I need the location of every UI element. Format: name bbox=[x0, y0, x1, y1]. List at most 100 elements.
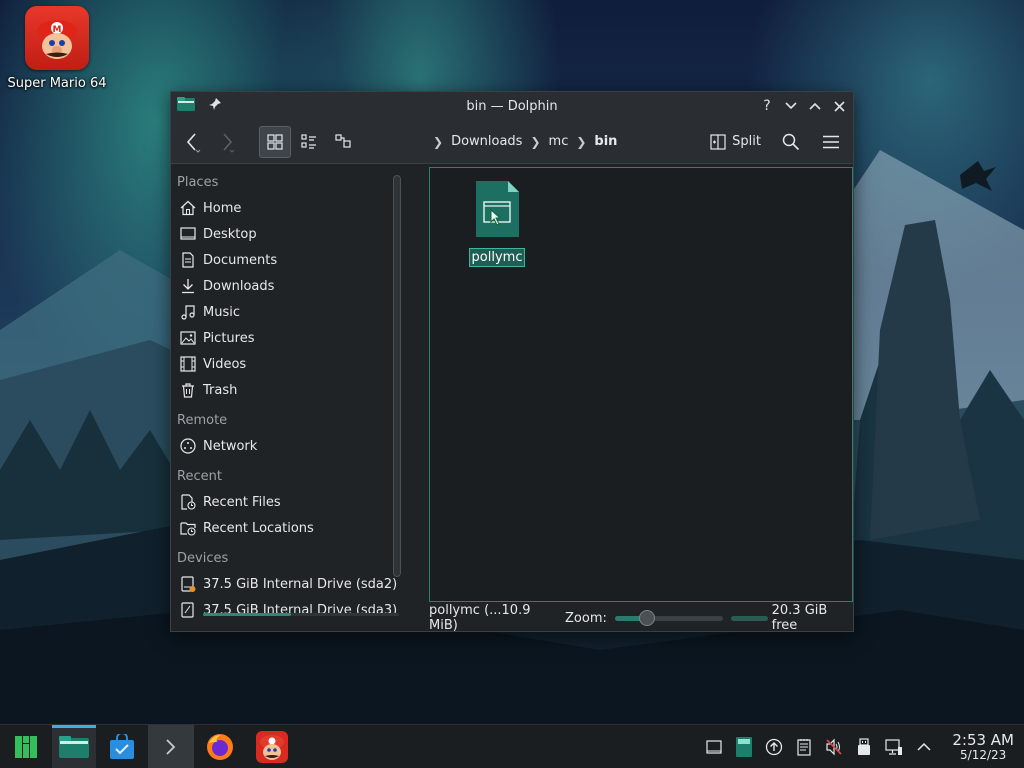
sidebar-item-label: Pictures bbox=[203, 330, 255, 346]
window-body: Places Home Desktop Documents Downloads bbox=[171, 165, 853, 633]
usb-icon[interactable] bbox=[852, 735, 876, 759]
section-recent: Recent bbox=[177, 468, 222, 484]
sidebar-item-music[interactable]: Music bbox=[171, 299, 403, 325]
expand-tray-icon[interactable] bbox=[912, 735, 936, 759]
sidebar-item-label: Music bbox=[203, 304, 240, 320]
drive-icon bbox=[179, 575, 197, 593]
taskbar-firefox[interactable] bbox=[194, 725, 246, 768]
taskbar-konsole[interactable] bbox=[148, 724, 194, 768]
application-launcher-button[interactable] bbox=[0, 725, 52, 768]
search-button[interactable] bbox=[775, 126, 807, 158]
breadcrumb-separator-icon: ❯ bbox=[530, 134, 541, 149]
system-tray: 2:53 AM 5/12/23 bbox=[702, 732, 1024, 762]
sidebar-item-pictures[interactable]: Pictures bbox=[171, 325, 403, 351]
details-view-icon bbox=[335, 133, 351, 148]
back-arrow-icon bbox=[186, 132, 201, 153]
sidebar-item-network[interactable]: Network bbox=[171, 433, 403, 459]
sidebar-item-label: Recent Files bbox=[203, 494, 281, 510]
updates-icon[interactable] bbox=[762, 735, 786, 759]
firefox-icon bbox=[207, 733, 233, 760]
network-icon bbox=[179, 437, 197, 455]
trash-icon bbox=[179, 381, 197, 399]
sidebar-item-recent-locations[interactable]: Recent Locations bbox=[171, 515, 403, 541]
taskbar-super-mario-64[interactable] bbox=[246, 725, 298, 768]
sidebar-item-downloads[interactable]: Downloads bbox=[171, 273, 403, 299]
icons-view-button[interactable] bbox=[259, 125, 291, 158]
downloads-icon bbox=[179, 277, 197, 295]
sidebar-item-desktop[interactable]: Desktop bbox=[171, 221, 403, 247]
network-wired-icon[interactable] bbox=[882, 735, 906, 759]
file-item[interactable]: pollymc bbox=[468, 180, 526, 267]
details-view-button[interactable] bbox=[327, 126, 359, 158]
taskbar-discover[interactable] bbox=[96, 725, 148, 768]
sidebar-item-documents[interactable]: Documents bbox=[171, 247, 403, 273]
mario-icon: M bbox=[25, 6, 89, 70]
sidebar-scrollbar[interactable] bbox=[393, 175, 401, 577]
drive-usage-bar bbox=[203, 613, 399, 616]
back-button[interactable] bbox=[177, 126, 209, 158]
section-remote: Remote bbox=[177, 412, 228, 428]
drive-icon bbox=[179, 601, 197, 619]
notes-icon[interactable] bbox=[792, 735, 816, 759]
sidebar-item-label: Home bbox=[203, 200, 242, 216]
pin-icon[interactable] bbox=[209, 98, 221, 114]
desktop-shortcut-super-mario-64[interactable]: M Super Mario 64 bbox=[7, 6, 107, 91]
breadcrumb-bin[interactable]: bin bbox=[594, 134, 617, 149]
hamburger-menu-button[interactable] bbox=[815, 126, 847, 158]
breadcrumb-mc[interactable]: mc bbox=[549, 134, 569, 149]
clock[interactable]: 2:53 AM 5/12/23 bbox=[952, 732, 1014, 762]
mario-icon bbox=[256, 730, 288, 763]
compact-view-button[interactable] bbox=[293, 126, 325, 158]
hamburger-menu-icon bbox=[823, 135, 839, 148]
sidebar-item-label: 37.5 GiB Internal Drive (sda2) bbox=[203, 576, 398, 592]
sidebar-item-home[interactable]: Home bbox=[171, 195, 403, 221]
split-view-icon bbox=[710, 133, 726, 150]
store-icon bbox=[110, 733, 134, 759]
file-name-label: pollymc bbox=[468, 248, 526, 267]
main-toolbar: ❯ Downloads ❯ mc ❯ bin Split bbox=[171, 120, 853, 164]
documents-icon bbox=[179, 251, 197, 269]
sidebar-item-label: Videos bbox=[203, 356, 247, 372]
desktop-icon-label: Super Mario 64 bbox=[7, 76, 107, 91]
free-space-label: 20.3 GiB free bbox=[771, 603, 828, 633]
split-button[interactable]: Split bbox=[704, 127, 767, 157]
zoom-slider-handle[interactable] bbox=[639, 609, 656, 626]
sidebar-item-trash[interactable]: Trash bbox=[171, 377, 403, 403]
minimize-icon[interactable] bbox=[783, 98, 799, 114]
close-icon[interactable] bbox=[831, 98, 847, 114]
folder-icon bbox=[59, 735, 89, 758]
section-places: Places bbox=[177, 174, 219, 190]
forward-button[interactable] bbox=[211, 126, 243, 158]
selection-info: pollymc (...10.9 MiB) bbox=[429, 603, 531, 633]
split-label: Split bbox=[732, 134, 761, 149]
taskbar-dolphin[interactable] bbox=[52, 724, 96, 768]
sidebar-item-drive-sda3[interactable]: 37.5 GiB Internal Drive (sda3) bbox=[171, 597, 403, 623]
search-icon bbox=[782, 133, 800, 150]
places-panel: Places Home Desktop Documents Downloads bbox=[171, 165, 403, 631]
recent-files-icon bbox=[179, 493, 197, 511]
window-titlebar[interactable]: bin — Dolphin ? bbox=[171, 92, 853, 120]
dolphin-app-icon[interactable] bbox=[177, 97, 195, 115]
pictures-icon bbox=[179, 329, 197, 347]
maximize-icon[interactable] bbox=[807, 98, 823, 114]
clock-time: 2:53 AM bbox=[952, 730, 1014, 749]
breadcrumb: ❯ Downloads ❯ mc ❯ bin bbox=[431, 134, 617, 149]
sidebar-item-label: Desktop bbox=[203, 226, 257, 242]
sidebar-item-recent-files[interactable]: Recent Files bbox=[171, 489, 403, 515]
free-space-bar bbox=[731, 615, 768, 621]
dolphin-window: bin — Dolphin ? ❯ Downloads ❯ mc ❯ bin S… bbox=[170, 91, 854, 633]
music-icon bbox=[179, 303, 197, 321]
show-desktop-icon[interactable] bbox=[702, 735, 726, 759]
help-icon[interactable]: ? bbox=[759, 98, 775, 114]
zoom-slider[interactable] bbox=[614, 609, 724, 626]
clock-date: 5/12/23 bbox=[960, 747, 1007, 762]
taskbar: 2:53 AM 5/12/23 bbox=[0, 724, 1024, 768]
zoom-label: Zoom: bbox=[565, 610, 607, 626]
breadcrumb-downloads[interactable]: Downloads bbox=[451, 134, 522, 149]
file-view[interactable]: pollymc bbox=[429, 167, 853, 602]
sidebar-item-drive-sda2[interactable]: 37.5 GiB Internal Drive (sda2) bbox=[171, 571, 403, 597]
clipboard-icon[interactable] bbox=[732, 735, 756, 759]
sidebar-item-videos[interactable]: Videos bbox=[171, 351, 403, 377]
volume-muted-icon[interactable] bbox=[822, 735, 846, 759]
icons-view-icon bbox=[267, 133, 283, 150]
